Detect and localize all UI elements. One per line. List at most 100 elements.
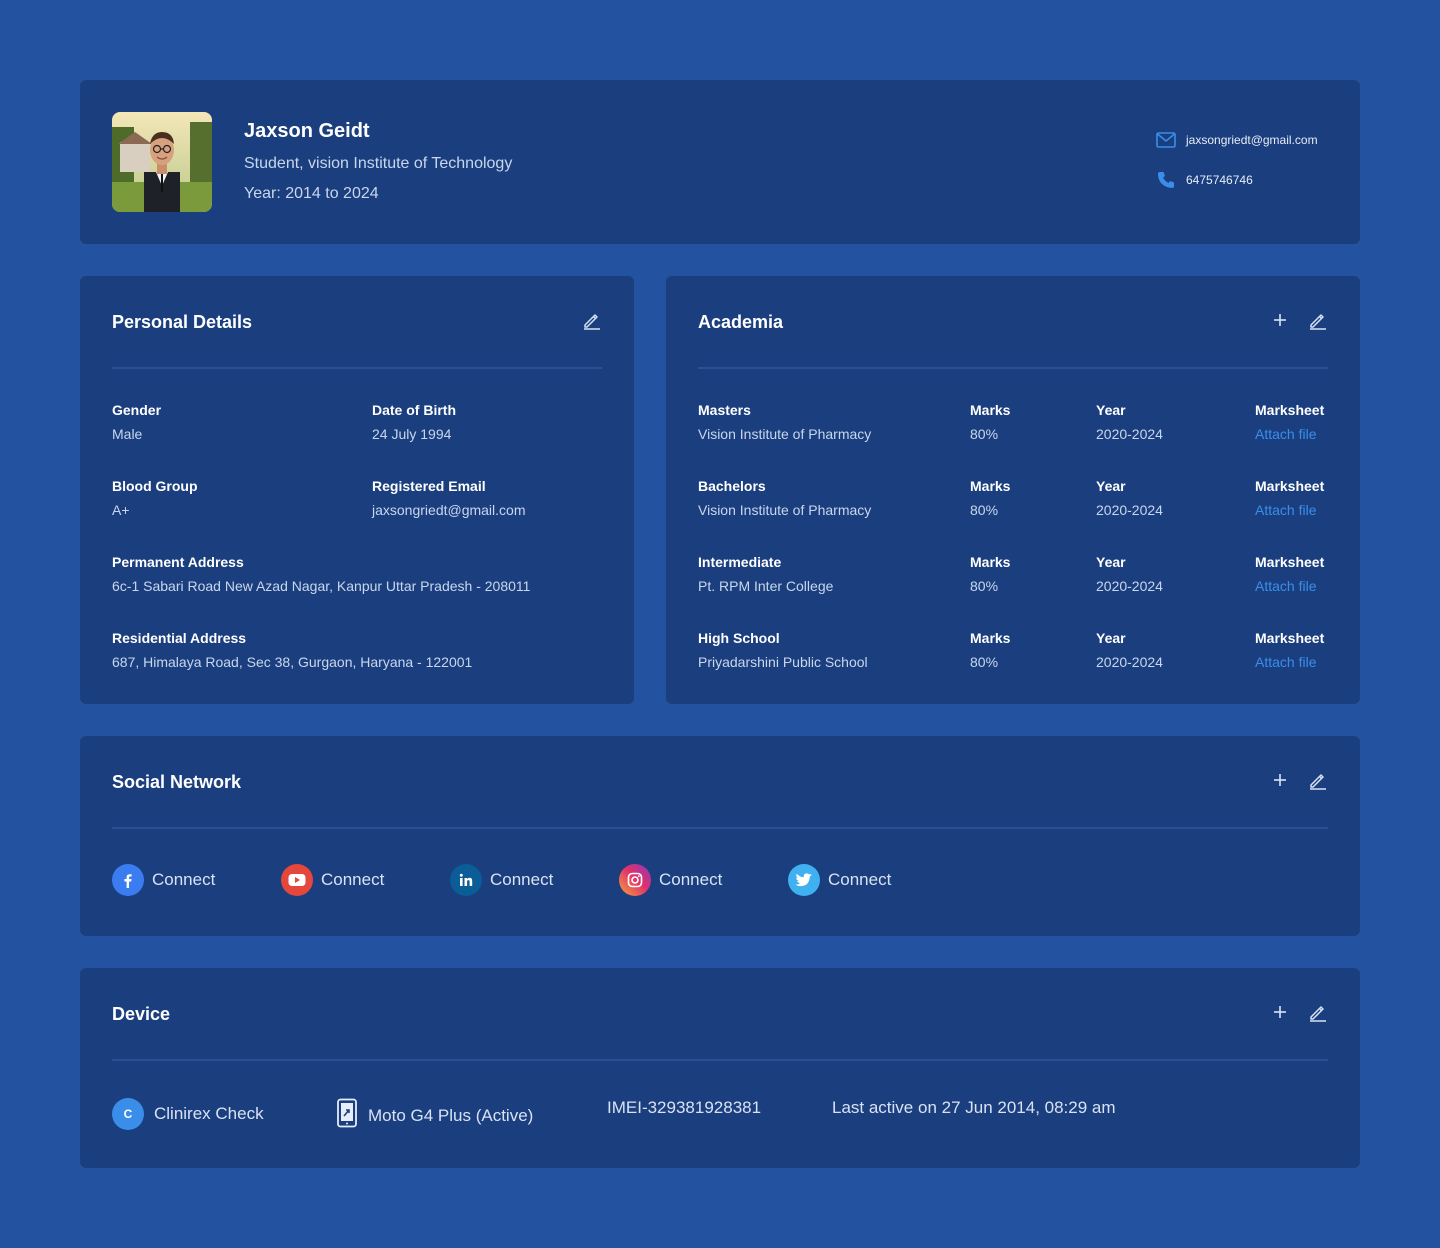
year-value: 2020-2024 <box>1096 426 1163 442</box>
mail-icon <box>1156 132 1176 148</box>
academia-degree: Masters Vision Institute of Pharmacy <box>698 402 871 442</box>
profile-subtitle: Student, vision Institute of Technology <box>244 155 513 172</box>
school-name: Priyadarshini Public School <box>698 654 868 670</box>
degree-label: Intermediate <box>698 554 782 570</box>
profile-name: Jaxson Geidt <box>244 120 370 142</box>
year-label: Year <box>1096 554 1126 570</box>
device-last-active: Last active on 27 Jun 2014, 08:29 am <box>832 1098 1116 1117</box>
device-card: Device C Clinirex Check Moto G4 Plus (Ac… <box>80 968 1360 1168</box>
linkedin-icon <box>450 864 482 896</box>
academia-actions <box>1270 310 1328 330</box>
edit-icon[interactable] <box>1308 1002 1328 1022</box>
attach-file-link[interactable]: Attach file <box>1255 654 1324 670</box>
attach-file-link[interactable]: Attach file <box>1255 578 1324 594</box>
field-label: Gender <box>112 402 162 418</box>
year-value: 2020-2024 <box>1096 578 1163 594</box>
app-name: Clinirex Check <box>154 1104 264 1123</box>
field-value: jaxsongriedt@gmail.com <box>372 502 526 518</box>
field-dob: Date of Birth 24 July 1994 <box>372 402 456 442</box>
divider <box>112 827 1328 829</box>
academia-marks: Marks 80% <box>970 478 1010 518</box>
school-name: Vision Institute of Pharmacy <box>698 502 872 518</box>
marksheet-label: Marksheet <box>1255 402 1325 418</box>
field-value: 6c-1 Sabari Road New Azad Nagar, Kanpur … <box>112 578 531 594</box>
edit-icon[interactable] <box>1308 310 1328 330</box>
facebook-icon <box>112 864 144 896</box>
device-model: Moto G4 Plus (Active) <box>336 1098 533 1133</box>
plus-icon[interactable] <box>1270 310 1290 330</box>
phone-icon <box>1156 170 1176 190</box>
connect-twitter-button[interactable]: Connect <box>788 864 891 896</box>
social-network-title: Social Network <box>112 772 242 792</box>
smartphone-icon <box>336 1098 358 1133</box>
field-value: 687, Himalaya Road, Sec 38, Gurgaon, Har… <box>112 654 473 670</box>
marks-label: Marks <box>970 554 1011 570</box>
field-label: Registered Email <box>372 478 486 494</box>
device-imei: IMEI-329381928381 <box>607 1098 762 1117</box>
degree-label: Masters <box>698 402 751 418</box>
connect-linkedin-button[interactable]: Connect <box>450 864 553 896</box>
academia-marks: Marks 80% <box>970 402 1010 442</box>
edit-icon[interactable] <box>582 310 602 330</box>
contact-email[interactable]: jaxsongriedt@gmail.com <box>1156 132 1318 148</box>
divider <box>112 1059 1328 1061</box>
device-app: C Clinirex Check <box>112 1098 264 1130</box>
plus-icon[interactable] <box>1270 1002 1290 1022</box>
connect-instagram-button[interactable]: Connect <box>619 864 722 896</box>
field-gender: Gender Male <box>112 402 161 442</box>
attach-file-link[interactable]: Attach file <box>1255 502 1324 518</box>
plus-icon[interactable] <box>1270 770 1290 790</box>
personal-details-title: Personal Details <box>112 312 253 332</box>
year-label: Year <box>1096 478 1126 494</box>
academia-year: Year 2020-2024 <box>1096 402 1163 442</box>
year-label: Year <box>1096 402 1126 418</box>
app-badge: C <box>112 1098 144 1130</box>
academia-year: Year 2020-2024 <box>1096 478 1163 518</box>
device-name: Moto G4 Plus (Active) <box>368 1105 534 1125</box>
social-connect-label: Connect <box>828 870 892 889</box>
academia-marks: Marks 80% <box>970 630 1010 670</box>
contact-phone[interactable]: 6475746746 <box>1156 170 1253 190</box>
youtube-icon <box>281 864 313 896</box>
marks-label: Marks <box>970 630 1011 646</box>
contact-email-text: jaxsongriedt@gmail.com <box>1186 133 1318 147</box>
attach-file-link[interactable]: Attach file <box>1255 426 1324 442</box>
marks-label: Marks <box>970 478 1011 494</box>
field-registered-email: Registered Email jaxsongriedt@gmail.com <box>372 478 526 518</box>
marks-label: Marks <box>970 402 1011 418</box>
profile-card: Jaxson Geidt Student, vision Institute o… <box>80 80 1360 244</box>
academia-marksheet: Marksheet Attach file <box>1255 478 1324 518</box>
social-connect-label: Connect <box>659 870 723 889</box>
school-name: Vision Institute of Pharmacy <box>698 426 872 442</box>
personal-details-card: Personal Details Gender Male Date of Bir… <box>80 276 634 704</box>
social-connect-label: Connect <box>490 870 554 889</box>
academia-degree: Bachelors Vision Institute of Pharmacy <box>698 478 871 518</box>
academia-marksheet: Marksheet Attach file <box>1255 402 1324 442</box>
edit-icon[interactable] <box>1308 770 1328 790</box>
academia-marksheet: Marksheet Attach file <box>1255 630 1324 670</box>
device-actions <box>1270 1002 1328 1022</box>
academia-degree: Intermediate Pt. RPM Inter College <box>698 554 833 594</box>
academia-title: Academia <box>698 312 784 332</box>
field-permanent-address: Permanent Address 6c-1 Sabari Road New A… <box>112 554 530 594</box>
degree-label: Bachelors <box>698 478 766 494</box>
connect-facebook-button[interactable]: Connect <box>112 864 215 896</box>
field-residential-address: Residential Address 687, Himalaya Road, … <box>112 630 472 670</box>
divider <box>112 367 602 369</box>
school-name: Pt. RPM Inter College <box>698 578 834 594</box>
academia-marksheet: Marksheet Attach file <box>1255 554 1324 594</box>
social-actions <box>1270 770 1328 790</box>
year-label: Year <box>1096 630 1126 646</box>
social-connect-label: Connect <box>321 870 385 889</box>
field-label: Residential Address <box>112 630 247 646</box>
degree-label: High School <box>698 630 780 646</box>
academia-year: Year 2020-2024 <box>1096 630 1163 670</box>
connect-youtube-button[interactable]: Connect <box>281 864 384 896</box>
marks-value: 80% <box>970 426 999 442</box>
academia-degree: High School Priyadarshini Public School <box>698 630 868 670</box>
divider <box>698 367 1328 369</box>
field-label: Blood Group <box>112 478 198 494</box>
marks-value: 80% <box>970 578 999 594</box>
profile-year: Year: 2014 to 2024 <box>244 185 379 202</box>
year-value: 2020-2024 <box>1096 654 1163 670</box>
